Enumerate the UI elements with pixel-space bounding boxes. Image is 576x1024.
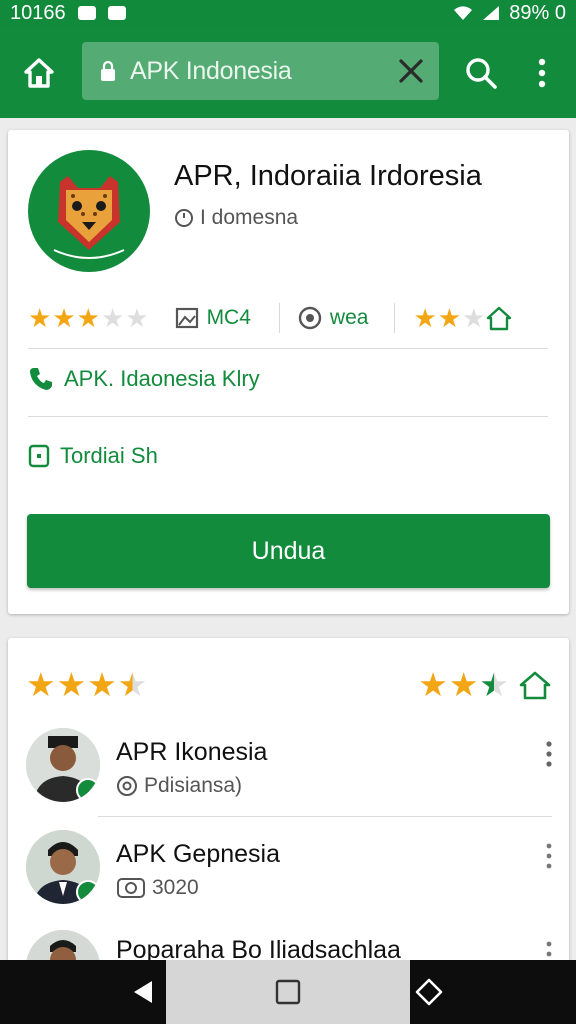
terms-row[interactable]: Tordiai Sh: [28, 443, 158, 469]
star-icon: ★: [56, 666, 87, 703]
list-item[interactable]: APR Ikonesia Pdisiansa): [26, 728, 556, 814]
stat-2-text: wea: [329, 306, 369, 329]
item-subtitle: Pdisiansa): [116, 774, 242, 798]
lock-icon: [101, 60, 115, 81]
stat-item-2: wea: [298, 306, 369, 330]
star-icon: ★: [437, 303, 462, 333]
item-subtitle: 3020: [116, 876, 199, 900]
app-subtitle-text: I domesna: [200, 206, 299, 229]
download-button[interactable]: Undua: [27, 514, 550, 588]
system-nav-bar: [0, 960, 576, 1024]
back-icon[interactable]: [130, 979, 156, 1005]
image-icon: [175, 307, 198, 329]
signal-icon: [483, 6, 500, 20]
item-name: APK Gepnesia: [116, 840, 280, 868]
reviews-card: ★ ★ ★ ★ ★ ★ ★ APR Ikonesia Pdisiansa) AP…: [8, 638, 569, 968]
location-icon: [298, 306, 322, 330]
star-icon: ★: [462, 303, 486, 333]
divider: [98, 816, 552, 817]
more-vert-icon[interactable]: [534, 56, 550, 90]
clock-icon: [175, 209, 193, 227]
more-vert-icon[interactable]: [542, 842, 556, 870]
home-square-icon[interactable]: [275, 979, 301, 1005]
search-icon[interactable]: [464, 56, 498, 90]
star-icon: ★: [448, 666, 479, 703]
star-icon: ★: [28, 303, 52, 333]
star-icon: ★: [52, 303, 76, 333]
wifi-icon: [454, 6, 473, 20]
stat-item-1: MC4: [175, 306, 251, 330]
app-card: APR, Indoraiia Irdoresia I domesna ★ ★ ★…: [8, 130, 569, 614]
phone-icon: [30, 368, 52, 390]
verified-badge-icon: [76, 778, 100, 802]
avatar: [26, 830, 100, 904]
app-subtitle: I domesna: [174, 206, 298, 230]
url-text[interactable]: APK Indonesia: [130, 57, 292, 86]
item-subtitle-text: 3020: [152, 876, 199, 899]
url-bar[interactable]: APK Indonesia: [82, 42, 439, 100]
browser-toolbar: APK Indonesia: [0, 26, 576, 118]
more-vert-icon[interactable]: [542, 740, 556, 768]
rating-stars-right: ★ ★ ★: [418, 668, 552, 701]
reviews-rating-row: ★ ★ ★ ★ ★ ★ ★: [26, 668, 552, 701]
camera-icon: [117, 878, 145, 898]
list-item[interactable]: APK Gepnesia 3020: [26, 830, 556, 916]
terms-text: Tordiai Sh: [60, 443, 158, 468]
document-icon: [28, 444, 50, 468]
at-sign-icon: [117, 776, 137, 796]
status-time: 10166: [10, 1, 66, 24]
notification-icon: [77, 6, 96, 20]
app-info-row: ★ ★ ★ ★ ★ MC4 wea ★ ★ ★: [28, 298, 550, 338]
house-outline-icon[interactable]: [485, 305, 513, 331]
star-icon: ★: [76, 303, 100, 333]
divider: [278, 303, 280, 333]
phone-row[interactable]: APK. Idaonesia Klry: [28, 366, 260, 392]
phone-text: APK. Idaonesia Klry: [64, 366, 260, 391]
status-bar: 10166 89% 0: [0, 0, 576, 26]
divider: [28, 348, 548, 349]
divider: [28, 416, 548, 417]
download-notification-icon: [107, 6, 126, 20]
app-logo: [28, 150, 150, 272]
star-half-icon: ★: [479, 666, 509, 703]
rating-stars-right: ★ ★ ★: [413, 305, 485, 331]
divider: [394, 303, 396, 333]
star-half-icon: ★: [117, 666, 148, 703]
home-icon[interactable]: [22, 56, 56, 90]
rating-stars-left: ★ ★ ★ ★: [26, 668, 147, 701]
star-icon: ★: [87, 666, 117, 703]
item-subtitle-text: Pdisiansa): [144, 774, 243, 797]
battery-level: 89% 0: [509, 1, 566, 24]
star-icon: ★: [418, 666, 448, 703]
item-name: APR Ikonesia: [116, 738, 268, 766]
star-icon: ★: [100, 303, 125, 333]
avatar: [26, 728, 100, 802]
app-title: APR, Indoraiia Irdoresia: [174, 160, 482, 192]
stat-1-text: MC4: [206, 306, 251, 329]
recents-icon[interactable]: [414, 977, 444, 1007]
star-icon: ★: [26, 666, 56, 703]
clear-icon[interactable]: [397, 57, 425, 85]
verified-badge-icon: [76, 880, 100, 904]
house-outline-icon[interactable]: [518, 670, 552, 700]
star-icon: ★: [125, 303, 149, 333]
star-icon: ★: [413, 303, 437, 333]
rating-stars-left: ★ ★ ★ ★ ★: [28, 305, 149, 331]
